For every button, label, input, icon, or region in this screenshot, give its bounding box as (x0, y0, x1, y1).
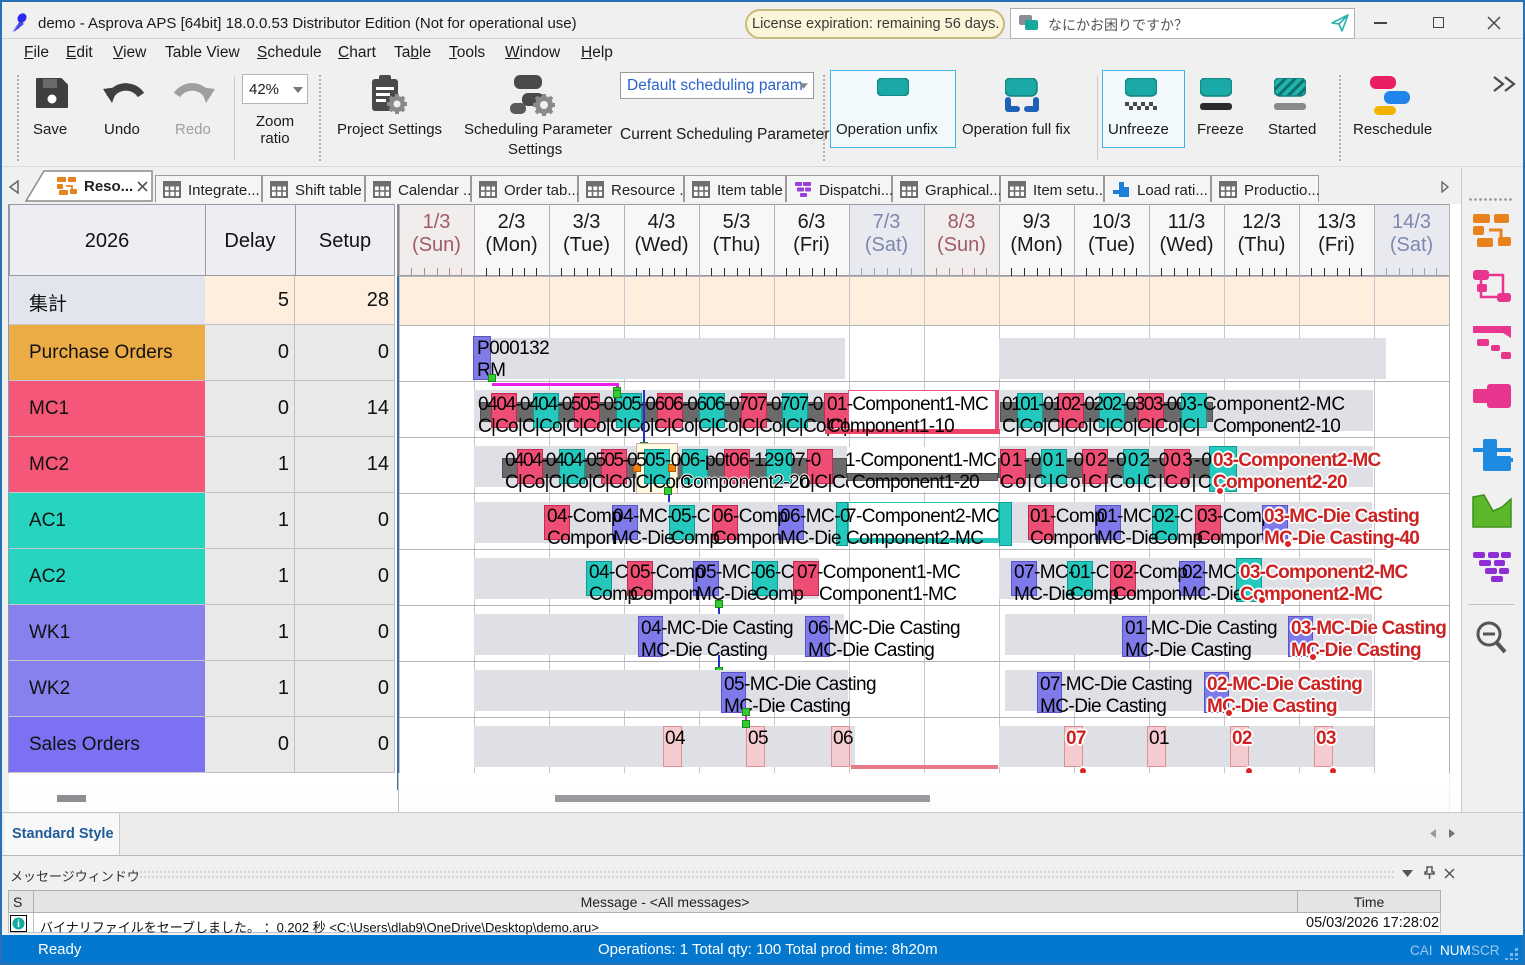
svg-text:i: i (17, 919, 20, 930)
